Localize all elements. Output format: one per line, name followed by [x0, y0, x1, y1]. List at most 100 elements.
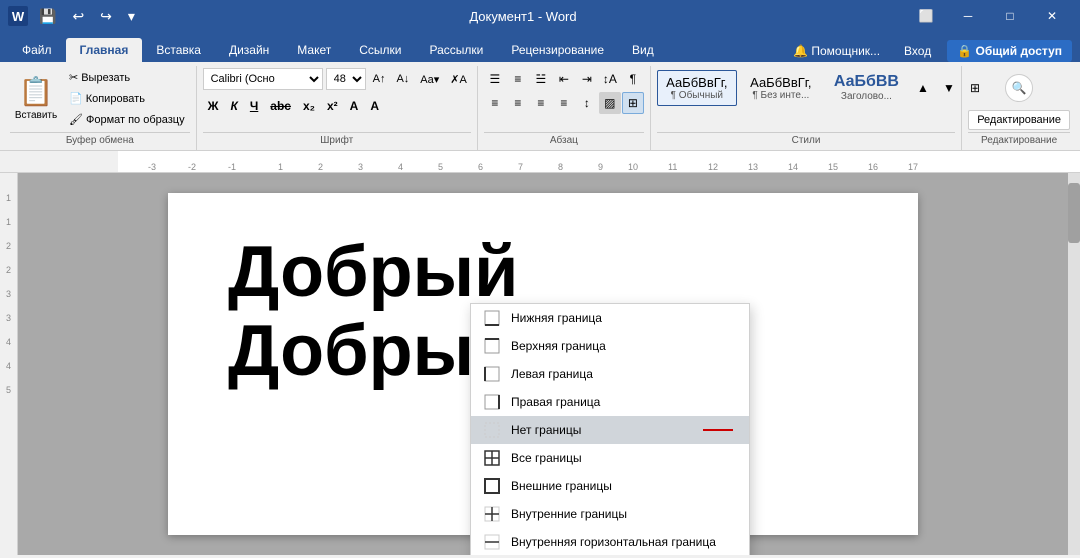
editing-button[interactable]: Редактирование	[968, 110, 1070, 130]
ribbon-content: 📋 Вставить ✂ Вырезать 📄 Копировать 🖌 Фор…	[0, 62, 1080, 151]
minimize-button[interactable]: ─	[948, 0, 988, 32]
styles-label: Стили	[657, 132, 955, 148]
tab-home[interactable]: Главная	[66, 38, 143, 62]
menu-item-label: Внешние границы	[511, 479, 612, 493]
maximize-button[interactable]: □	[990, 0, 1030, 32]
undo-button[interactable]: ↩	[67, 5, 89, 28]
align-right-button[interactable]: ≡	[530, 92, 552, 114]
assistant-button[interactable]: 🔔 Помощник...	[785, 40, 888, 62]
paragraph-content: ☰ ≡ ☱ ⇤ ⇥ ↕A ¶ ≡ ≡ ≡ ≡ ↕ ▨ ⊞	[484, 68, 644, 130]
style-heading-label: Заголово...	[834, 91, 899, 102]
vertical-scrollbar[interactable]	[1068, 173, 1080, 555]
justify-button[interactable]: ≡	[553, 92, 575, 114]
close-button[interactable]: ✕	[1032, 0, 1072, 32]
sign-in-button[interactable]: Вход	[896, 40, 939, 62]
styles-scroll-up[interactable]: ▲	[912, 77, 934, 99]
clear-format-button[interactable]: ✗A	[446, 68, 471, 90]
numbering-button[interactable]: ≡	[507, 68, 529, 90]
cut-label: Вырезать	[81, 72, 130, 84]
tab-design[interactable]: Дизайн	[215, 38, 283, 62]
align-center-button[interactable]: ≡	[507, 92, 529, 114]
font-format-row: Ж К Ч abc x₂ x² A A	[203, 95, 384, 117]
menu-item-inner-borders[interactable]: Внутренние границы	[471, 500, 749, 528]
shading-button[interactable]: ▨	[599, 92, 621, 114]
paste-button[interactable]: 📋 Вставить	[10, 68, 62, 128]
border-left-icon	[483, 365, 501, 383]
share-button[interactable]: 🔒 Общий доступ	[947, 40, 1072, 62]
strikethrough-button[interactable]: abc	[265, 95, 296, 117]
tab-mailings[interactable]: Рассылки	[416, 38, 498, 62]
scrollbar-thumb[interactable]	[1068, 183, 1080, 243]
menu-item-no-border[interactable]: Нет границы	[471, 416, 749, 444]
style-normal[interactable]: АаБбВвГг, ¶ Обычный	[657, 70, 737, 106]
menu-item-inner-horizontal[interactable]: Внутренняя горизонтальная граница	[471, 528, 749, 555]
styles-scroll-down[interactable]: ▼	[938, 77, 960, 99]
copy-button[interactable]: 📄 Копировать	[64, 89, 190, 108]
clipboard-small-buttons: ✂ Вырезать 📄 Копировать 🖌 Формат по обра…	[64, 68, 190, 129]
tab-insert[interactable]: Вставка	[142, 38, 215, 62]
style-heading1[interactable]: АаБбВВ Заголово...	[825, 68, 908, 107]
paste-label: Вставить	[15, 110, 57, 121]
paragraph-buttons-bottom: ≡ ≡ ≡ ≡ ↕ ▨ ⊞	[484, 92, 644, 114]
font-name-select[interactable]: Calibri (Осно	[203, 68, 323, 90]
redo-button[interactable]: ↪	[95, 5, 117, 28]
decrease-font-button[interactable]: A↓	[392, 68, 413, 90]
borders-dropdown-menu: Нижняя граница Верхняя граница Левая гра…	[470, 303, 750, 555]
bold-button[interactable]: Ж	[203, 95, 224, 117]
font-color-button[interactable]: A	[365, 95, 384, 117]
increase-font-button[interactable]: A↑	[369, 68, 390, 90]
paste-icon: 📋	[19, 75, 54, 108]
title-text: Документ1 - Word	[140, 9, 906, 24]
subscript-button[interactable]: x₂	[298, 95, 320, 117]
tab-layout[interactable]: Макет	[283, 38, 345, 62]
cut-button[interactable]: ✂ Вырезать	[64, 68, 190, 87]
document-area: 1 1 2 2 3 3 4 4 5 Добрый Добрый Нижняя г…	[0, 173, 1080, 555]
styles-gallery: АаБбВвГг, ¶ Обычный АаБбВвГг, ¶ Без инте…	[657, 68, 986, 107]
increase-indent-button[interactable]: ⇥	[576, 68, 598, 90]
font-size-select[interactable]: 48	[326, 68, 366, 90]
menu-item-all-borders[interactable]: Все границы	[471, 444, 749, 472]
superscript-button[interactable]: x²	[322, 95, 343, 117]
style-noint-text: АаБбВвГг,	[750, 75, 812, 90]
borders-button[interactable]: ⊞	[622, 92, 644, 114]
menu-item-outer-borders[interactable]: Внешние границы	[471, 472, 749, 500]
left-ruler: 1 1 2 2 3 3 4 4 5	[0, 173, 18, 555]
menu-item-border-bottom[interactable]: Нижняя граница	[471, 304, 749, 332]
sort-button[interactable]: ↕A	[599, 68, 621, 90]
title-bar-left: W 💾 ↩ ↪ ▾	[8, 5, 140, 28]
tab-references[interactable]: Ссылки	[345, 38, 415, 62]
search-button[interactable]: 🔍	[1005, 74, 1033, 102]
customize-button[interactable]: ▾	[123, 5, 140, 28]
menu-item-label: Нет границы	[511, 423, 581, 437]
tab-view[interactable]: Вид	[618, 38, 668, 62]
paragraph-group: ☰ ≡ ☱ ⇤ ⇥ ↕A ¶ ≡ ≡ ≡ ≡ ↕ ▨ ⊞ Абзац	[478, 66, 651, 150]
ruler-marks: -3 -2 -1 1 2 3 4 5 6 7 8 9 10 11 12 13 1…	[118, 151, 1080, 172]
multilevel-list-button[interactable]: ☱	[530, 68, 552, 90]
menu-item-label: Все границы	[511, 451, 582, 465]
format-painter-button[interactable]: 🖌 Формат по образцу	[64, 110, 190, 129]
menu-item-border-right[interactable]: Правая граница	[471, 388, 749, 416]
style-no-spacing[interactable]: АаБбВвГг, ¶ Без инте...	[741, 70, 821, 106]
style-normal-text: АаБбВвГг,	[666, 75, 728, 90]
ribbon-toggle-button[interactable]: ⬜	[906, 0, 946, 32]
save-button[interactable]: 💾	[34, 5, 61, 28]
menu-item-label: Правая граница	[511, 395, 600, 409]
text-highlight-button[interactable]: A	[345, 95, 364, 117]
show-formatting-button[interactable]: ¶	[622, 68, 644, 90]
menu-item-label: Внутренние границы	[511, 507, 627, 521]
italic-button[interactable]: К	[225, 95, 242, 117]
decrease-indent-button[interactable]: ⇤	[553, 68, 575, 90]
menu-item-border-top[interactable]: Верхняя граница	[471, 332, 749, 360]
bullets-button[interactable]: ☰	[484, 68, 506, 90]
line-spacing-button[interactable]: ↕	[576, 92, 598, 114]
document-text-line1: Добрый	[228, 233, 858, 312]
menu-item-label: Внутренняя горизонтальная граница	[511, 535, 716, 549]
menu-item-border-left[interactable]: Левая граница	[471, 360, 749, 388]
tab-review[interactable]: Рецензирование	[497, 38, 618, 62]
tab-file[interactable]: Файл	[8, 38, 66, 62]
outer-borders-icon	[483, 477, 501, 495]
underline-button[interactable]: Ч	[245, 95, 263, 117]
change-case-button[interactable]: Aa▾	[416, 68, 443, 90]
menu-item-label: Верхняя граница	[511, 339, 606, 353]
align-left-button[interactable]: ≡	[484, 92, 506, 114]
